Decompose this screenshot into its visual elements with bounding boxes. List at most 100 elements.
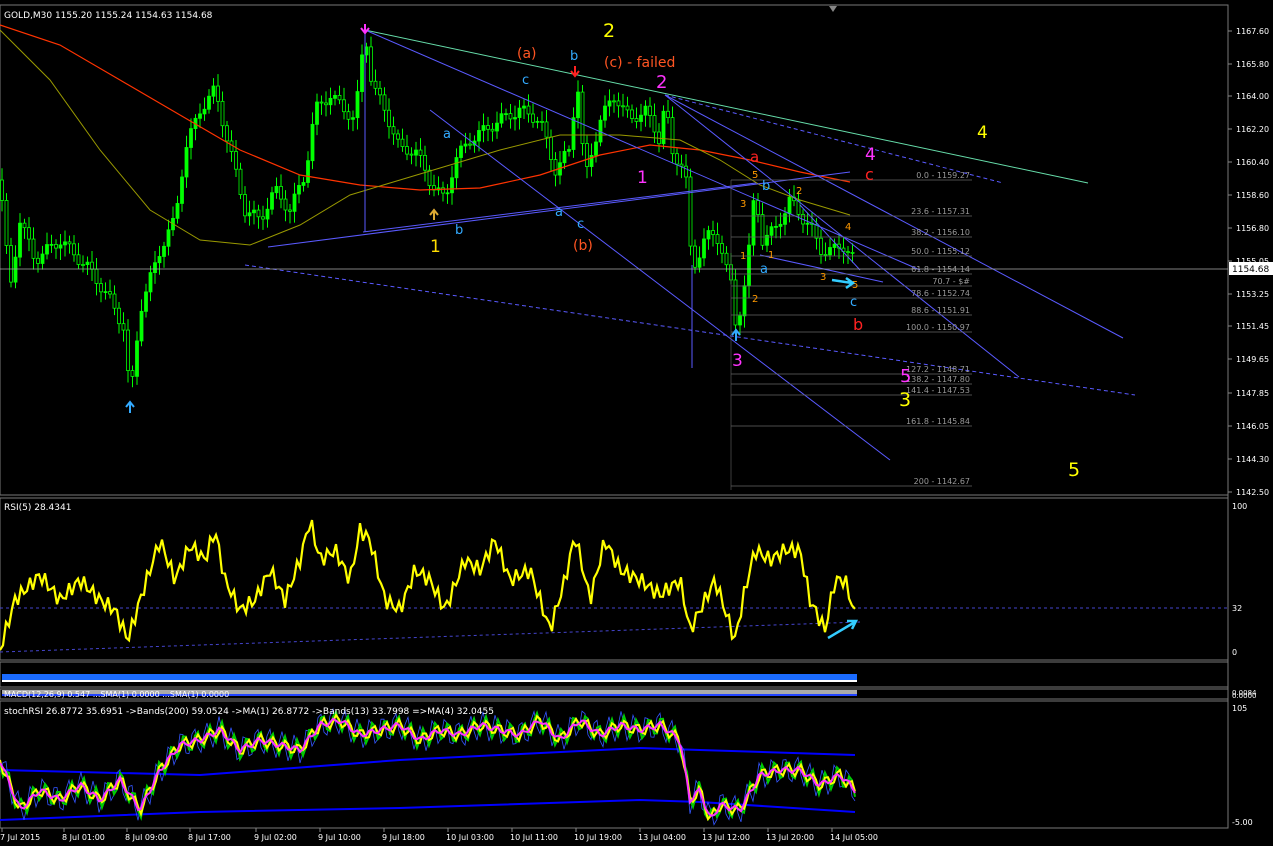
fib-level-label: 161.8 - 1145.84: [906, 417, 970, 426]
candle-body: [166, 229, 171, 247]
candle-body: [616, 100, 621, 107]
candle-body: [562, 150, 567, 164]
price-tick-label: 1164.00: [1236, 92, 1269, 101]
fib-level-label: 61.8 - 1154.14: [911, 265, 970, 274]
candle-body: [760, 214, 765, 246]
scroll-marker-icon: [829, 6, 837, 12]
trendline-dashed-upper: [664, 94, 1004, 184]
candle-body: [175, 203, 180, 219]
candle-body: [292, 193, 297, 212]
candle-body: [220, 100, 225, 127]
candle-body: [787, 196, 792, 215]
candle-body: [414, 149, 418, 156]
candle-body: [117, 307, 121, 325]
candle-body: [94, 268, 99, 284]
time-tick-label: 8 Jul 09:00: [125, 833, 168, 842]
candle-body: [711, 230, 715, 235]
time-tick-label: 9 Jul 02:00: [254, 833, 297, 842]
candle-body: [342, 99, 346, 113]
candle-body: [63, 241, 67, 246]
candle-body: [184, 147, 189, 178]
label-wave4-yellow: 4: [977, 123, 988, 143]
candle-body: [162, 245, 166, 257]
candle-body: [697, 257, 702, 268]
stoch-panel-border: [0, 700, 1229, 829]
fib-level-label: 70.7 - $#: [932, 277, 970, 286]
candle-body: [333, 95, 337, 99]
label-paren-a: (a): [517, 46, 537, 62]
label-wave5-magenta: 5: [900, 366, 911, 387]
candle-body: [553, 159, 558, 176]
candle-body: [247, 212, 252, 217]
candle-body: [846, 251, 850, 254]
time-tick-label: 7 Jul 2015: [0, 833, 40, 842]
label-a-red: a: [750, 148, 759, 166]
macd-label: MACD(12,26,9) 0.547 ...SMA(1) 0.0000 ...…: [4, 690, 229, 699]
candle-body: [499, 113, 504, 124]
candle-body: [252, 209, 256, 214]
arrow-up-right-cyan-icon: [827, 619, 859, 640]
candle-body: [279, 186, 283, 200]
candle-body: [549, 136, 553, 160]
time-tick-label: 8 Jul 01:00: [62, 833, 105, 842]
candle-body: [306, 160, 310, 183]
candle-body: [157, 256, 162, 264]
time-tick-label: 8 Jul 17:00: [188, 833, 231, 842]
candle-body: [337, 95, 342, 101]
price-tick-label: 1147.85: [1236, 389, 1269, 398]
candle-body: [720, 243, 724, 254]
stoch-d-line: [0, 712, 856, 822]
rsi-scale-label: 100: [1232, 502, 1247, 511]
label-b-red: b: [853, 315, 863, 334]
price-tick-label: 1142.50: [1236, 488, 1269, 497]
candle-body: [261, 216, 265, 220]
label-a-low: a: [555, 205, 563, 220]
candle-body: [148, 272, 153, 293]
candle-body: [783, 213, 787, 225]
candle-body: [9, 245, 13, 283]
candle-body: [396, 133, 400, 140]
candle-body: [315, 101, 319, 125]
label-wave2-magenta: 2: [656, 72, 667, 93]
candle-body: [513, 117, 517, 120]
label-b-mid: b: [455, 223, 463, 238]
wave-annotations: (a) (b) (c) - failed b c a b a c 1 2 3 4…: [430, 20, 1080, 481]
candle-body: [126, 329, 130, 371]
label-o5: 5: [752, 170, 758, 181]
candle-body: [130, 370, 135, 377]
label-c-failed: (c) - failed: [604, 55, 675, 71]
candle-body: [585, 143, 589, 167]
candle-body: [652, 115, 657, 133]
candle-body: [180, 176, 184, 204]
candle-body: [481, 125, 486, 131]
candle-body: [355, 91, 360, 119]
label-i1: 1: [768, 250, 774, 261]
candle-body: [103, 291, 108, 293]
candle-body: [22, 222, 27, 229]
stoch-scale-label: 105: [1232, 704, 1247, 713]
time-tick-label: 14 Jul 05:00: [830, 833, 878, 842]
time-tick-label: 13 Jul 04:00: [638, 833, 686, 842]
label-o4: 4: [845, 222, 851, 233]
candle-body: [135, 340, 139, 377]
candle-body: [580, 91, 585, 144]
price-tick-label: 1153.25: [1236, 290, 1269, 299]
label-wave3-yellow: 3: [899, 389, 911, 411]
candle-body: [225, 125, 229, 142]
label-o1: 1: [740, 251, 746, 262]
candle-body: [211, 85, 216, 97]
candle-body: [634, 118, 639, 122]
candle-body: [531, 113, 535, 123]
candle-body: [391, 126, 396, 135]
candle-body: [54, 243, 58, 249]
label-paren-b: (b): [573, 238, 593, 254]
candle-body: [675, 153, 679, 165]
time-tick-label: 10 Jul 11:00: [510, 833, 558, 842]
arrow-right-cyan-icon: [831, 276, 856, 290]
candle-body: [265, 208, 270, 220]
candle-body: [256, 209, 261, 218]
candle-body: [819, 237, 823, 255]
chart-window[interactable]: 0.0 - 1159.27 23.6 - 1157.31 38.2 - 1156.1…: [0, 0, 1273, 846]
candle-body: [774, 226, 778, 228]
candle-body: [400, 138, 405, 147]
